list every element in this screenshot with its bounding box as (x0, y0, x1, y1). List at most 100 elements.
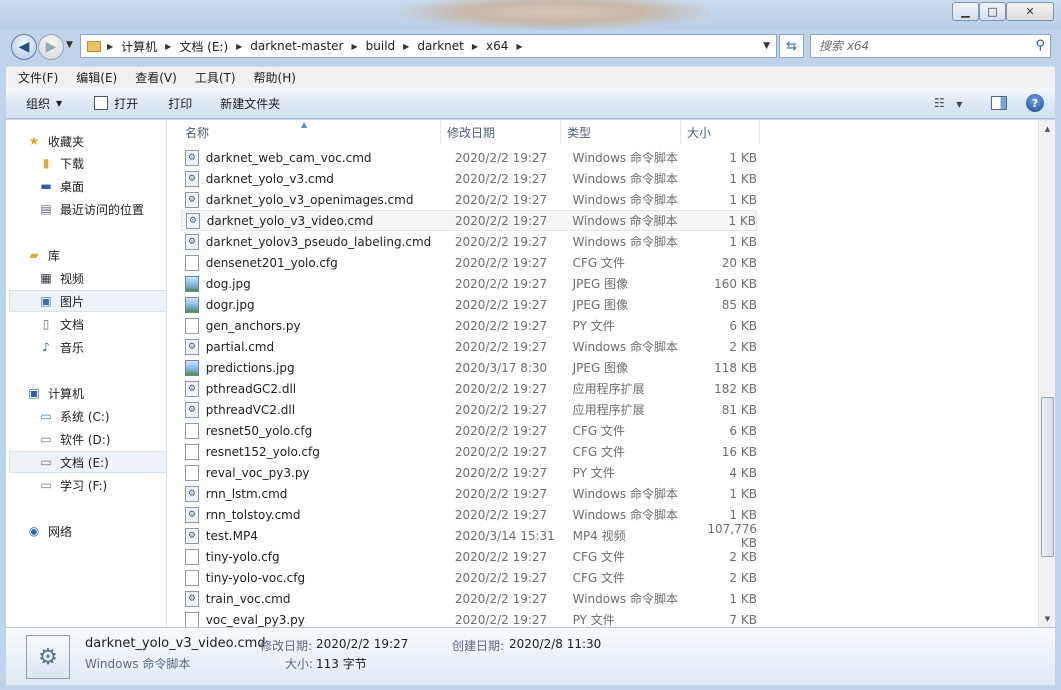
file-row[interactable]: resnet152_yolo.cfg 2020/2/2 19:27 CFG 文件 16… (181, 441, 757, 462)
gear-file-icon: ⚙ (185, 527, 199, 544)
file-size: 1 KB (728, 213, 757, 228)
file-row[interactable]: ⚙ pthreadVC2.dll 2020/2/2 19:27 应用程序扩展 81 KB (181, 399, 757, 420)
gear-file-icon: ⚙ (185, 170, 199, 187)
command-bar: 组织 ▼ 打开 打印 新建文件夹 ☷ ▼ ? (6, 88, 1055, 119)
minimize-button[interactable]: ▁ (952, 2, 979, 21)
file-size: 2 KB (729, 339, 757, 354)
recent-pages-dropdown[interactable]: ▼ (66, 40, 73, 50)
file-row[interactable]: resnet50_yolo.cfg 2020/2/2 19:27 CFG 文件 6 K… (181, 420, 757, 441)
file-size: 1 KB (729, 591, 757, 606)
scroll-down-button[interactable]: ▼ (1039, 610, 1056, 627)
open-button[interactable]: 打开 (94, 95, 138, 112)
vertical-scrollbar[interactable]: ▲ ▼ (1038, 120, 1055, 627)
arrow-up-icon: ▲ (1044, 124, 1051, 133)
column-date[interactable]: 修改日期 (441, 120, 561, 144)
file-row[interactable]: ⚙ darknet_yolo_v3_openimages.cmd 2020/2/2 … (181, 189, 757, 210)
nav-drive-e[interactable]: ▭ 文档 (E:) (9, 451, 167, 473)
organize-button[interactable]: 组织 ▼ (26, 95, 62, 112)
file-name: pthreadVC2.dll (205, 402, 296, 417)
file-row[interactable]: voc_eval_py3.py 2020/2/2 19:27 PY 文件 7 KB (181, 609, 757, 627)
file-row[interactable]: ⚙ darknet_yolo_v3_video.cmd 2020/2/2 19:27… (181, 210, 757, 231)
document-file-icon (185, 569, 199, 586)
file-size: 118 KB (714, 360, 757, 375)
file-row[interactable]: tiny-yolo-voc.cfg 2020/2/2 19:27 CFG 文件 2 K… (181, 567, 757, 588)
search-icon[interactable]: ⚲ (1035, 38, 1045, 53)
scroll-up-button[interactable]: ▲ (1039, 120, 1056, 137)
navigation-pane: ★ 收藏夹 ▮ 下载 ▬ 桌面 ▤ 最近访问的位置 ▰ 库 ▦ 视频 ▣ 图片 ▯ 文档 ♪ 音乐… (6, 120, 167, 627)
address-bar[interactable]: ▶ 计算机 ▶ 文档 (E:) ▶ darknet-master ▶ build ▶ d… (80, 34, 777, 58)
file-name: train_voc.cmd (205, 591, 291, 606)
file-date: 2020/2/2 19:27 (454, 213, 548, 228)
search-input[interactable] (819, 39, 1019, 53)
file-date: 2020/2/2 19:27 (454, 549, 548, 564)
file-row[interactable]: tiny-yolo.cfg 2020/2/2 19:27 CFG 文件 2 KB (181, 546, 757, 567)
menu-view[interactable]: 查看(V) (123, 69, 183, 86)
breadcrumb-computer[interactable]: 计算机 ▶ (121, 38, 179, 55)
nav-libraries[interactable]: ▰ 库 (26, 244, 184, 266)
file-row[interactable]: reval_voc_py3.py 2020/2/2 19:27 PY 文件 4 KB (181, 462, 757, 483)
breadcrumb-darknet[interactable]: darknet ▶ (417, 39, 486, 53)
address-dropdown-icon[interactable]: ▼ (763, 41, 770, 51)
menu-help[interactable]: 帮助(H) (242, 69, 302, 86)
file-row[interactable]: gen_anchors.py 2020/2/2 19:27 PY 文件 6 KB (181, 315, 757, 336)
file-name: voc_eval_py3.py (205, 612, 305, 627)
file-row[interactable]: dog.jpg 2020/2/2 19:27 JPEG 图像 160 KB (181, 273, 757, 294)
file-row[interactable]: ⚙ train_voc.cmd 2020/2/2 19:27 Windows 命令脚本… (181, 588, 757, 609)
file-row[interactable]: ⚙ test.MP4 2020/3/14 15:31 MP4 视频 107,776 KB (181, 522, 757, 550)
file-row[interactable]: ⚙ darknet_web_cam_voc.cmd 2020/2/2 19:27 Wi… (181, 147, 757, 168)
file-row[interactable]: densenet201_yolo.cfg 2020/2/2 19:27 CFG 文件… (181, 252, 757, 273)
nav-favorites[interactable]: ★ 收藏夹 (26, 130, 184, 152)
print-button[interactable]: 打印 (168, 95, 192, 112)
back-button[interactable]: ◀ (11, 34, 37, 60)
gear-file-icon: ⚙ (185, 380, 199, 397)
breadcrumb-build[interactable]: build ▶ (366, 39, 418, 53)
drive-icon: ▭ (40, 432, 52, 446)
breadcrumb-darknet-master[interactable]: darknet-master ▶ (250, 39, 365, 53)
file-size: 7 KB (729, 612, 757, 627)
change-view-button[interactable]: ☷ ▼ (934, 96, 962, 110)
menu-tools[interactable]: 工具(T) (183, 69, 242, 86)
recent-places-icon: ▤ (40, 202, 52, 216)
breadcrumb-sep-root[interactable]: ▶ (107, 42, 121, 51)
file-size: 1 KB (729, 507, 757, 522)
breadcrumb-x64[interactable]: x64 ▶ (486, 39, 531, 53)
file-name: partial.cmd (205, 339, 275, 354)
close-button[interactable]: ✕ (1006, 2, 1054, 21)
maximize-button[interactable]: □ (979, 2, 1006, 21)
music-icon: ♪ (42, 340, 50, 354)
preview-pane-button[interactable] (991, 96, 1007, 110)
gear-file-icon: ⚙ (185, 233, 199, 250)
arrow-left-icon: ◀ (18, 39, 30, 55)
file-date: 2020/2/2 19:27 (454, 591, 548, 606)
menu-file[interactable]: 文件(F) (6, 69, 64, 86)
forward-button[interactable]: ▶ (38, 34, 64, 60)
column-type[interactable]: 类型 (561, 120, 681, 144)
scroll-thumb[interactable] (1041, 397, 1054, 557)
file-name: darknet_web_cam_voc.cmd (205, 150, 372, 165)
breadcrumb-drive-e[interactable]: 文档 (E:) ▶ (179, 38, 250, 55)
file-size: 20 KB (721, 255, 757, 270)
file-row[interactable]: ⚙ darknet_yolo_v3.cmd 2020/2/2 19:27 Window… (181, 168, 757, 189)
nav-computer[interactable]: ▣ 计算机 (26, 382, 184, 404)
file-row[interactable]: ⚙ darknet_yolov3_pseudo_labeling.cmd 2020/… (181, 231, 757, 252)
file-row[interactable]: predictions.jpg 2020/3/17 8:30 JPEG 图像 118 … (181, 357, 757, 378)
refresh-button[interactable]: ⇆ (779, 34, 804, 58)
search-box[interactable]: ⚲ (810, 34, 1051, 58)
nav-pictures[interactable]: ▣ 图片 (9, 290, 167, 312)
file-row[interactable]: dogr.jpg 2020/2/2 19:27 JPEG 图像 85 KB (181, 294, 757, 315)
file-size: 160 KB (714, 276, 757, 291)
help-button[interactable]: ? (1026, 94, 1044, 112)
column-name[interactable]: 名称 ▲ (167, 120, 441, 144)
nav-network[interactable]: ◉ 网络 (26, 520, 184, 542)
column-size[interactable]: 大小 (681, 120, 760, 144)
file-date: 2020/3/14 15:31 (454, 528, 555, 543)
file-row[interactable]: ⚙ partial.cmd 2020/2/2 19:27 Windows 命令脚本 2 … (181, 336, 757, 357)
menu-edit[interactable]: 编辑(E) (64, 69, 123, 86)
file-row[interactable]: ⚙ rnn_lstm.cmd 2020/2/2 19:27 Windows 命令脚本 1… (181, 483, 757, 504)
file-row[interactable]: ⚙ rnn_tolstoy.cmd 2020/2/2 19:27 Windows 命令… (181, 504, 757, 525)
file-name: rnn_lstm.cmd (205, 486, 288, 501)
file-name: darknet_yolo_v3_video.cmd (206, 213, 374, 228)
new-folder-button[interactable]: 新建文件夹 (220, 95, 280, 112)
details-size-label: 大小: (285, 657, 314, 671)
file-row[interactable]: ⚙ pthreadGC2.dll 2020/2/2 19:27 应用程序扩展 182 K… (181, 378, 757, 399)
